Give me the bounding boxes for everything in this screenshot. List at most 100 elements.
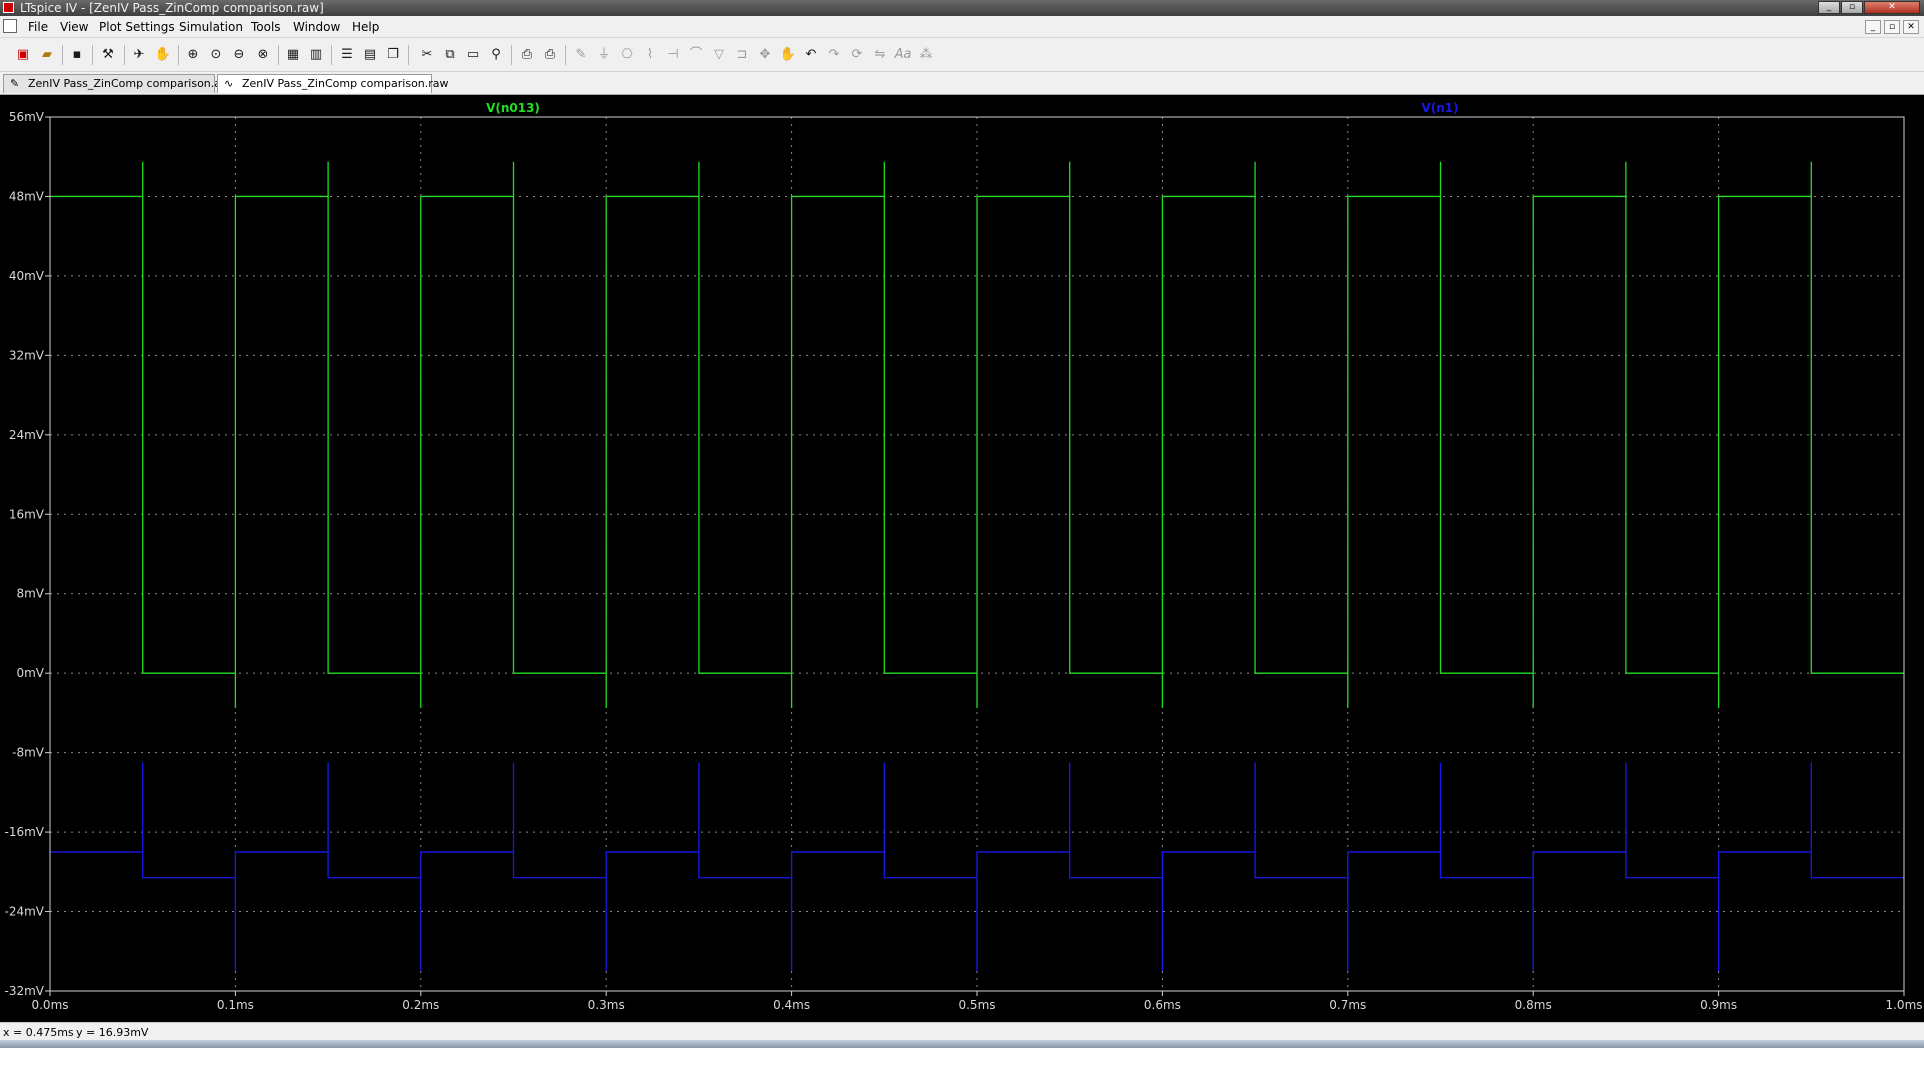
tab-schematic[interactable]: ✎ ZenIV Pass_ZinComp comparison.asc xyxy=(3,74,233,93)
legend-label-vn013: V(n013) xyxy=(486,101,540,115)
x-tick-label: 0.0ms xyxy=(31,998,68,1012)
tab-label: ZenIV Pass_ZinComp comparison.asc xyxy=(28,77,233,90)
y-tick-label: 24mV xyxy=(9,428,45,442)
x-tick-label: 0.1ms xyxy=(217,998,254,1012)
redo-icon[interactable]: ↷ xyxy=(825,46,843,64)
x-tick-label: 0.2ms xyxy=(402,998,439,1012)
waveform-icon: ∿ xyxy=(224,77,234,90)
title-bar: LTspice IV - [ZenIV Pass_ZinComp compari… xyxy=(0,0,1924,16)
menu-file[interactable]: File xyxy=(28,20,48,34)
open-icon[interactable]: ▰ xyxy=(38,46,56,64)
mdi-restore-button[interactable]: ▫ xyxy=(1884,20,1900,34)
autorange-icon[interactable]: ▦ xyxy=(284,46,302,64)
mirror-icon[interactable]: ⇋ xyxy=(871,46,889,64)
menu-view[interactable]: View xyxy=(60,20,88,34)
legend-label-vn1: V(n1) xyxy=(1421,101,1458,115)
x-tick-label: 0.4ms xyxy=(773,998,810,1012)
save-icon[interactable]: ▪ xyxy=(68,46,86,64)
close-window-button[interactable]: ✕ xyxy=(1864,1,1920,14)
x-tick-label: 1.0ms xyxy=(1885,998,1922,1012)
capacitor-icon[interactable]: ⊣ xyxy=(664,46,682,64)
y-tick-label: -16mV xyxy=(5,825,45,839)
zoom-cancel-icon[interactable]: ⊗ xyxy=(254,46,272,64)
halt-icon[interactable]: ✋ xyxy=(154,46,172,64)
y-tick-label: 8mV xyxy=(16,587,44,601)
undo-icon[interactable]: ↶ xyxy=(802,46,820,64)
inductor-icon[interactable]: ⌒ xyxy=(687,46,705,64)
menu-window[interactable]: Window xyxy=(293,20,340,34)
y-tick-label: 56mV xyxy=(9,110,45,124)
mdi-minimize-button[interactable]: _ xyxy=(1865,20,1881,34)
series-vn013-trace xyxy=(50,161,1904,708)
component-icon[interactable]: ⊐ xyxy=(733,46,751,64)
y-tick-label: 0mV xyxy=(16,666,44,680)
print-icon[interactable]: ⎙ xyxy=(541,46,559,64)
x-tick-label: 0.3ms xyxy=(588,998,625,1012)
toolbar-separator xyxy=(565,45,566,65)
run-icon[interactable]: ✈ xyxy=(130,46,148,64)
zoom-in-icon[interactable]: ⊕ xyxy=(184,46,202,64)
plot-traces xyxy=(50,161,1904,972)
toolbar-separator xyxy=(92,45,93,65)
move-icon[interactable]: ✥ xyxy=(756,46,774,64)
y-tick-label: -8mV xyxy=(12,746,45,760)
menu-bar: File View Plot Settings Simulation Tools… xyxy=(0,16,1924,38)
control-panel-icon[interactable]: ⚒ xyxy=(99,46,117,64)
copy-icon[interactable]: ⧉ xyxy=(441,46,459,64)
x-tick-label: 0.9ms xyxy=(1700,998,1737,1012)
x-tick-label: 0.5ms xyxy=(958,998,995,1012)
x-tick-label: 0.7ms xyxy=(1329,998,1366,1012)
toolbar-separator xyxy=(62,45,63,65)
x-tick-label: 0.6ms xyxy=(1144,998,1181,1012)
tab-label: ZenIV Pass_ZinComp comparison.raw xyxy=(242,77,449,90)
tile-horizontal-icon[interactable]: ☰ xyxy=(338,46,356,64)
toolbar-separator xyxy=(178,45,179,65)
label-net-icon[interactable]: ⎔ xyxy=(618,46,636,64)
minimize-window-button[interactable]: _ xyxy=(1818,1,1840,14)
toolbar-separator xyxy=(408,45,409,65)
menu-help[interactable]: Help xyxy=(352,20,379,34)
text-icon[interactable]: Aa xyxy=(894,46,912,64)
new-schematic-icon[interactable]: ▣ xyxy=(14,46,32,64)
toolbar-separator xyxy=(511,45,512,65)
spice-directive-icon[interactable]: ⁂ xyxy=(917,46,935,64)
series-vn1-trace xyxy=(50,762,1904,972)
toolbar-separator xyxy=(331,45,332,65)
x-axis-ticks: 0.0ms 0.1ms 0.2ms 0.3ms 0.4ms 0.5ms 0.6ms 0.7ms… xyxy=(31,991,1923,1012)
status-bar: x = 0.475ms y = 16.93mV xyxy=(0,1022,1924,1041)
toolbar-separator xyxy=(278,45,279,65)
rotate-icon[interactable]: ⟳ xyxy=(848,46,866,64)
restore-window-button[interactable]: ▫ xyxy=(1841,1,1863,14)
x-tick-label: 0.8ms xyxy=(1515,998,1552,1012)
y-tick-label: 40mV xyxy=(9,269,45,283)
zoom-out-icon[interactable]: ⊖ xyxy=(230,46,248,64)
ltspice-app-icon xyxy=(3,2,14,13)
print-setup-icon[interactable]: ⎙ xyxy=(518,46,536,64)
waveform-plot[interactable]: 56mV 48mV 40mV 32mV 24mV 16mV 8mV 0mV -8mV -16mV -… xyxy=(0,95,1924,1022)
diode-icon[interactable]: ▽ xyxy=(710,46,728,64)
toolbar: ▣ ▰ ▪ ⚒ ✈ ✋ ⊕ ⊙ ⊖ ⊗ ▦ ▥ ☰ ▤ ❐ ✂ ⧉ ▭ ⚲ ⎙ … xyxy=(0,38,1924,72)
ground-icon[interactable]: ⏚ xyxy=(595,46,613,64)
y-axis-ticks: 56mV 48mV 40mV 32mV 24mV 16mV 8mV 0mV -8mV -16mV -… xyxy=(5,110,50,998)
cascade-icon[interactable]: ❐ xyxy=(384,46,402,64)
trace-legend: V(n013) V(n1) xyxy=(486,101,1459,115)
mdi-close-button[interactable]: ✕ xyxy=(1903,20,1919,34)
waveform-document-icon[interactable] xyxy=(3,19,17,33)
wire-icon[interactable]: ✎ xyxy=(572,46,590,64)
tab-waveform[interactable]: ∿ ZenIV Pass_ZinComp comparison.raw xyxy=(217,74,449,93)
y-tick-label: 32mV xyxy=(9,348,45,362)
toolbar-separator xyxy=(124,45,125,65)
y-tick-label: -32mV xyxy=(5,984,45,998)
menu-simulation[interactable]: Simulation xyxy=(179,20,243,34)
cut-icon[interactable]: ✂ xyxy=(418,46,436,64)
resistor-icon[interactable]: ⌇ xyxy=(641,46,659,64)
paste-icon[interactable]: ▭ xyxy=(464,46,482,64)
zoom-pan-icon[interactable]: ⊙ xyxy=(207,46,225,64)
find-icon[interactable]: ⚲ xyxy=(487,46,505,64)
tile-vertical-icon[interactable]: ▤ xyxy=(361,46,379,64)
cursor-x-readout: x = 0.475ms xyxy=(3,1026,74,1039)
drag-icon[interactable]: ✋ xyxy=(779,46,797,64)
menu-tools[interactable]: Tools xyxy=(251,20,281,34)
menu-plot-settings[interactable]: Plot Settings xyxy=(99,20,175,34)
mark-unref-icon[interactable]: ▥ xyxy=(307,46,325,64)
